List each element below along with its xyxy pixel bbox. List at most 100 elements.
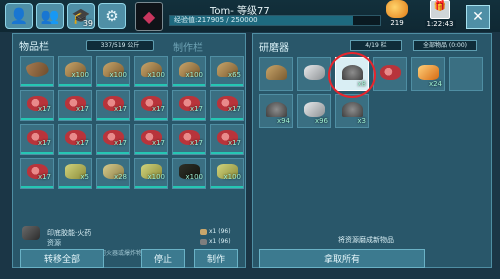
item-quantity: x100: [147, 71, 165, 79]
stop-button[interactable]: 停止: [141, 249, 185, 268]
inventory-panel: 物品栏 337/519 公斤 制作栏 x100 x100 x100 x100 x65 x1…: [12, 33, 246, 268]
durability-bar: [59, 186, 91, 188]
powder-icon: [342, 102, 363, 117]
xp-text: 经验值:217905 / 250000: [174, 16, 258, 24]
tribe-icon[interactable]: 👥: [36, 3, 64, 29]
inventory-slot[interactable]: x100: [134, 56, 168, 87]
inventory-slot[interactable]: x5: [58, 158, 92, 189]
gift-box[interactable]: 🎁 1:22:43: [423, 0, 457, 31]
inventory-slot[interactable]: x100: [172, 158, 206, 189]
inventory-slot[interactable]: x100: [172, 56, 206, 87]
recipe-title: 印底胶能·火药: [47, 229, 92, 237]
item-quantity: x17: [75, 139, 89, 147]
stone-icon: [304, 65, 325, 80]
top-bar: 👤 👥 🎓 39 ⚙ ◆ Tom- 等级77 经验值:217905 / 25000…: [0, 0, 500, 32]
tab-crafting[interactable]: 制作栏: [173, 39, 203, 54]
grinder-note: 将资源磨成新物品: [338, 236, 394, 244]
inventory-slot[interactable]: x17: [20, 158, 54, 189]
inventory-slot[interactable]: x17: [172, 124, 206, 155]
durability-bar: [211, 152, 243, 154]
inventory-slot[interactable]: x17: [58, 124, 92, 155]
item-quantity: x100: [185, 173, 203, 181]
grinder-filter[interactable]: 全部物品 (0:00): [413, 40, 477, 51]
inventory-slot[interactable]: x100: [58, 56, 92, 87]
highlight-circle: [328, 52, 376, 98]
meat-icon: [380, 65, 401, 80]
close-button[interactable]: ✕: [466, 5, 490, 29]
item-quantity: x24: [428, 80, 442, 88]
grinder-slot[interactable]: [449, 57, 483, 91]
transfer-all-button[interactable]: 转移全部: [20, 249, 104, 268]
item-quantity: x17: [37, 173, 51, 181]
durability-bar: [173, 186, 205, 188]
inventory-slot[interactable]: [20, 56, 54, 87]
inventory-slot[interactable]: x28: [96, 158, 130, 189]
craft-button[interactable]: 制作: [194, 249, 238, 268]
settings-icon[interactable]: ⚙: [98, 3, 126, 29]
inventory-slot[interactable]: x17: [20, 90, 54, 121]
inventory-capacity: 337/519 公斤: [86, 40, 154, 51]
durability-bar: [135, 186, 167, 188]
durability-bar: [97, 118, 129, 120]
grinder-slot[interactable]: [373, 57, 407, 91]
durability-bar: [211, 186, 243, 188]
durability-bar: [211, 118, 243, 120]
durability-bar: [173, 84, 205, 86]
grinder-slot[interactable]: x24: [411, 57, 445, 91]
resource-counter[interactable]: 219: [383, 0, 411, 31]
durability-bar: [21, 152, 53, 154]
durability-bar: [135, 152, 167, 154]
grinder-slot[interactable]: x96: [297, 94, 331, 128]
item-quantity: x17: [227, 105, 241, 113]
grinder-slot[interactable]: x94: [259, 94, 293, 128]
sparkpowder-icon: [200, 228, 207, 235]
inventory-slot[interactable]: x17: [96, 90, 130, 121]
durability-bar: [21, 186, 53, 188]
pestle-icon: [266, 65, 287, 80]
durability-bar: [173, 118, 205, 120]
item-quantity: x17: [151, 105, 165, 113]
item-quantity: x17: [227, 139, 241, 147]
item-quantity: x3: [357, 117, 366, 125]
inventory-slot[interactable]: x17: [58, 90, 92, 121]
engram-icon[interactable]: 🎓 39: [67, 3, 95, 29]
item-quantity: x17: [113, 105, 127, 113]
durability-bar: [21, 118, 53, 120]
inventory-slot[interactable]: x100: [96, 56, 130, 87]
inventory-slot[interactable]: x65: [210, 56, 244, 87]
item-quantity: x17: [113, 139, 127, 147]
inventory-title: 物品栏: [19, 42, 49, 53]
grinder-slot[interactable]: x3: [335, 94, 369, 128]
stone-icon: [304, 102, 325, 117]
inventory-slot[interactable]: x17: [134, 90, 168, 121]
take-all-button[interactable]: 拿取所有: [259, 249, 425, 268]
durability-bar: [97, 84, 129, 86]
durability-bar: [59, 152, 91, 154]
inventory-slot[interactable]: x17: [96, 124, 130, 155]
inventory-slot[interactable]: x17: [134, 124, 168, 155]
inventory-slot[interactable]: x17: [210, 90, 244, 121]
inventory-slot[interactable]: x17: [210, 124, 244, 155]
item-quantity: x5: [80, 173, 89, 181]
durability-bar: [97, 152, 129, 154]
gift-icon: 🎁: [430, 0, 450, 19]
item-quantity: x65: [227, 71, 241, 79]
inventory-slot[interactable]: x17: [20, 124, 54, 155]
durability-bar: [21, 84, 53, 86]
tribe-emblem-icon[interactable]: ◆: [135, 2, 163, 31]
grinder-slot[interactable]: [297, 57, 331, 91]
durability-bar: [173, 152, 205, 154]
item-quantity: x94: [276, 117, 290, 125]
grinder-slot[interactable]: [259, 57, 293, 91]
inventory-slot[interactable]: x100: [210, 158, 244, 189]
durability-bar: [211, 84, 243, 86]
durability-bar: [59, 84, 91, 86]
inventory-slot[interactable]: x17: [172, 90, 206, 121]
item-quantity: x100: [147, 173, 165, 181]
powder-icon: [266, 102, 287, 117]
durability-bar: [59, 118, 91, 120]
character-icon[interactable]: 👤: [5, 3, 33, 29]
inventory-slot[interactable]: x100: [134, 158, 168, 189]
grinder-panel: 研磨器 4/19 栏 全部物品 (0:00) x8 x24 x94 x96 x3 将资源…: [252, 33, 492, 268]
item-quantity: x96: [314, 117, 328, 125]
